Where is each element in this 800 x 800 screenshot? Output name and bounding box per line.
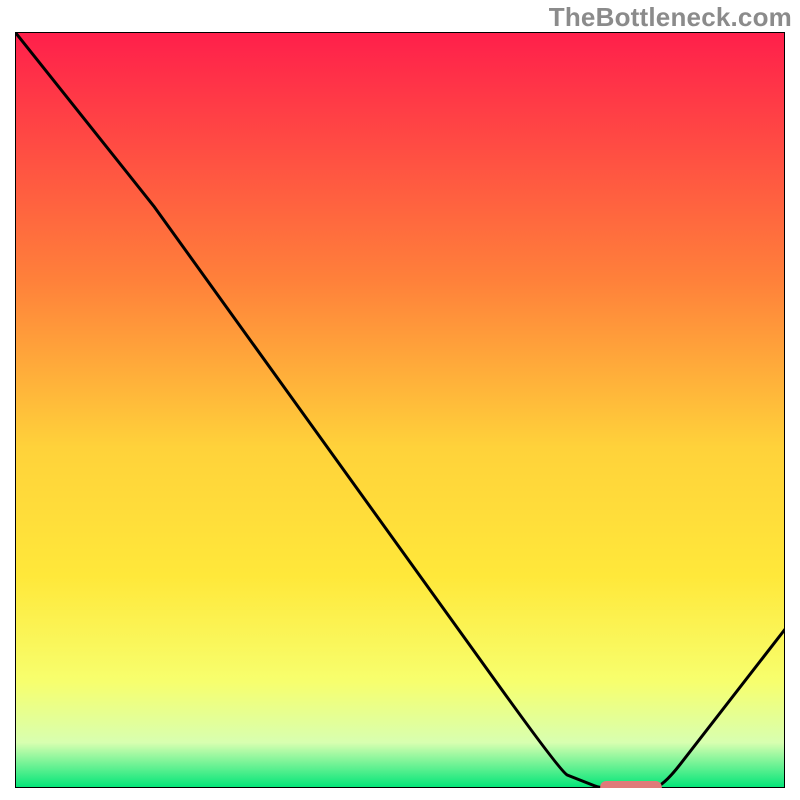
optimum-marker: [600, 781, 662, 788]
chart-stage: TheBottleneck.com: [0, 0, 800, 800]
plot-svg: [15, 32, 785, 788]
plot-background: [15, 32, 785, 788]
plot-area: [15, 32, 785, 788]
watermark-text: TheBottleneck.com: [549, 2, 792, 33]
